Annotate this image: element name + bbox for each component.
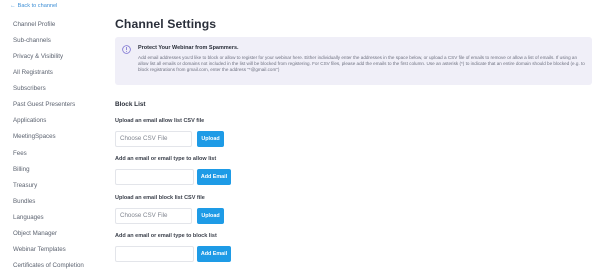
sidebar-item-subscribers[interactable]: Subscribers	[13, 85, 46, 92]
block-add-email-button[interactable]: Add Email	[197, 246, 231, 262]
notice-body: Add email addresses you'd like to block …	[138, 55, 585, 73]
block-csv-file-input[interactable]: Choose CSV File	[115, 208, 192, 224]
block-csv-upload-button[interactable]: Upload	[197, 208, 224, 224]
sidebar-item-privacy-visibility[interactable]: Privacy & Visibility	[13, 53, 63, 60]
block-csv-label: Upload an email block list CSV file	[115, 195, 205, 201]
block-list-heading: Block List	[115, 101, 146, 108]
allow-csv-label: Upload an email allow list CSV file	[115, 118, 205, 124]
block-email-label: Add an email or email type to block list	[115, 233, 217, 239]
sidebar-item-sub-channels[interactable]: Sub-channels	[13, 37, 51, 44]
sidebar-item-object-manager[interactable]: Object Manager	[13, 230, 57, 237]
sidebar-item-past-guest-presenters[interactable]: Past Guest Presenters	[13, 101, 75, 108]
sidebar-item-treasury[interactable]: Treasury	[13, 182, 37, 189]
sidebar-item-languages[interactable]: Languages	[13, 214, 44, 221]
sidebar-item-all-registrants[interactable]: All Registrants	[13, 69, 53, 76]
page-title: Channel Settings	[115, 17, 217, 31]
sidebar-item-fees[interactable]: Fees	[13, 150, 27, 157]
sidebar-item-channel-profile[interactable]: Channel Profile	[13, 21, 55, 28]
allow-add-email-button[interactable]: Add Email	[197, 169, 231, 185]
spam-protection-notice: Protect Your Webinar from Spammers. Add …	[115, 37, 592, 85]
sidebar-item-billing[interactable]: Billing	[13, 166, 30, 173]
allow-email-label: Add an email or email type to allow list	[115, 156, 217, 162]
allow-csv-upload-button[interactable]: Upload	[197, 131, 224, 147]
sidebar-item-meetingspaces[interactable]: MeetingSpaces	[13, 133, 56, 140]
notice-title: Protect Your Webinar from Spammers.	[138, 45, 239, 51]
sidebar-item-applications[interactable]: Applications	[13, 117, 46, 124]
info-icon	[122, 45, 131, 54]
settings-sidebar: Channel Profile Sub-channels Privacy & V…	[0, 0, 100, 276]
sidebar-item-webinar-templates[interactable]: Webinar Templates	[13, 246, 66, 253]
allow-csv-file-input[interactable]: Choose CSV File	[115, 131, 192, 147]
sidebar-item-certificates-of-completion[interactable]: Certificates of Completion	[13, 262, 84, 269]
block-email-input[interactable]	[115, 246, 194, 262]
allow-email-input[interactable]	[115, 169, 194, 185]
sidebar-item-bundles[interactable]: Bundles	[13, 198, 35, 205]
main-content: Channel Settings Protect Your Webinar fr…	[115, 0, 593, 276]
